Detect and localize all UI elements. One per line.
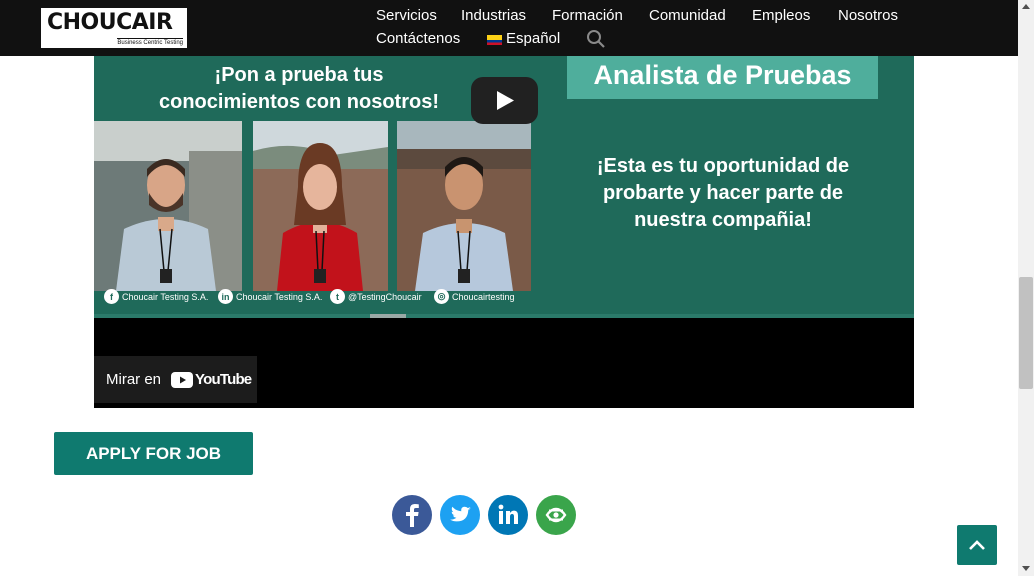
nav-industrias[interactable]: Industrias — [461, 7, 526, 25]
play-button[interactable] — [471, 77, 538, 124]
video-tagline: ¡Pon a prueba tus conocimientos con noso… — [129, 62, 469, 116]
twitter-icon — [450, 506, 471, 522]
youtube-logo: YouTube — [171, 371, 252, 388]
video-title-box: Analista de Pruebas — [567, 56, 878, 99]
youtube-wordmark: YouTube — [195, 371, 252, 388]
logo-tagline: Business Centric Testing — [117, 38, 183, 46]
photo-man-smiling — [397, 121, 531, 291]
social-instagram-text: Choucairtesting — [452, 291, 515, 302]
tagline-line-2: conocimientos con nosotros! — [158, 91, 440, 113]
youtube-video-embed[interactable]: ¡Pon a prueba tus conocimientos con noso… — [94, 56, 914, 408]
social-linkedin-text: Choucair Testing S.A. — [236, 291, 323, 302]
facebook-icon: f — [104, 289, 119, 304]
social-twitter-credit: t @TestingChoucair — [330, 289, 422, 304]
tagline-line-1: ¡Pon a prueba tus — [214, 64, 384, 86]
social-instagram-credit: ◎ Choucairtesting — [434, 289, 515, 304]
facebook-icon — [406, 504, 419, 527]
share-more-button[interactable] — [536, 495, 576, 535]
linkedin-icon: in — [218, 289, 233, 304]
nav-servicios[interactable]: Servicios — [376, 7, 437, 25]
instagram-icon: ◎ — [434, 289, 449, 304]
nav-language-espanol[interactable]: Español — [506, 30, 560, 48]
logo-wordmark: CHOUCAIR — [47, 10, 173, 35]
nav-contactenos[interactable]: Contáctenos — [376, 30, 460, 48]
nav-formacion[interactable]: Formación — [552, 7, 623, 25]
offer-line-1: ¡Esta es tu oportunidad de — [596, 155, 850, 177]
youtube-icon — [171, 371, 194, 388]
scroll-up-arrow-icon[interactable] — [1022, 4, 1030, 9]
nav-comunidad[interactable]: Comunidad — [649, 7, 726, 25]
more-share-icon — [545, 507, 567, 523]
search-icon[interactable] — [586, 29, 606, 49]
play-icon — [497, 91, 514, 110]
social-twitter-text: @TestingChoucair — [348, 291, 422, 302]
apply-for-job-button[interactable]: APPLY FOR JOB — [54, 432, 253, 475]
offer-line-2: probarte y hacer parte de — [602, 182, 844, 204]
photo-woman-red — [253, 121, 388, 291]
share-linkedin-button[interactable] — [488, 495, 528, 535]
chevron-up-icon — [969, 540, 985, 550]
offer-line-3: nuestra compañia! — [634, 209, 812, 231]
site-header: CHOUCAIR Business Centric Testing Servic… — [0, 0, 1018, 56]
nav-empleos[interactable]: Empleos — [752, 7, 810, 25]
video-progress-bar[interactable] — [94, 314, 914, 318]
social-facebook-credit: f Choucair Testing S.A. — [104, 289, 208, 304]
choucair-logo[interactable]: CHOUCAIR Business Centric Testing — [39, 6, 189, 50]
share-facebook-button[interactable] — [392, 495, 432, 535]
social-facebook-text: Choucair Testing S.A. — [122, 291, 209, 302]
watch-on-label: Mirar en — [106, 371, 162, 388]
nav-nosotros[interactable]: Nosotros — [838, 7, 898, 25]
video-title: Analista de Pruebas — [593, 60, 852, 90]
video-offer-text: ¡Esta es tu oportunidad de probarte y ha… — [564, 153, 882, 234]
share-twitter-button[interactable] — [440, 495, 480, 535]
video-progress-fill — [370, 314, 407, 318]
watch-on-youtube-button[interactable]: Mirar en YouTube — [94, 356, 257, 403]
colombia-flag-icon — [487, 35, 502, 45]
social-linkedin-credit: in Choucair Testing S.A. — [218, 289, 322, 304]
photo-man-glasses — [94, 121, 242, 291]
scroll-down-arrow-icon[interactable] — [1022, 566, 1030, 571]
scrollbar-thumb[interactable] — [1019, 277, 1033, 389]
back-to-top-button[interactable] — [957, 525, 997, 565]
linkedin-icon — [498, 504, 518, 524]
twitter-icon: t — [330, 289, 345, 304]
